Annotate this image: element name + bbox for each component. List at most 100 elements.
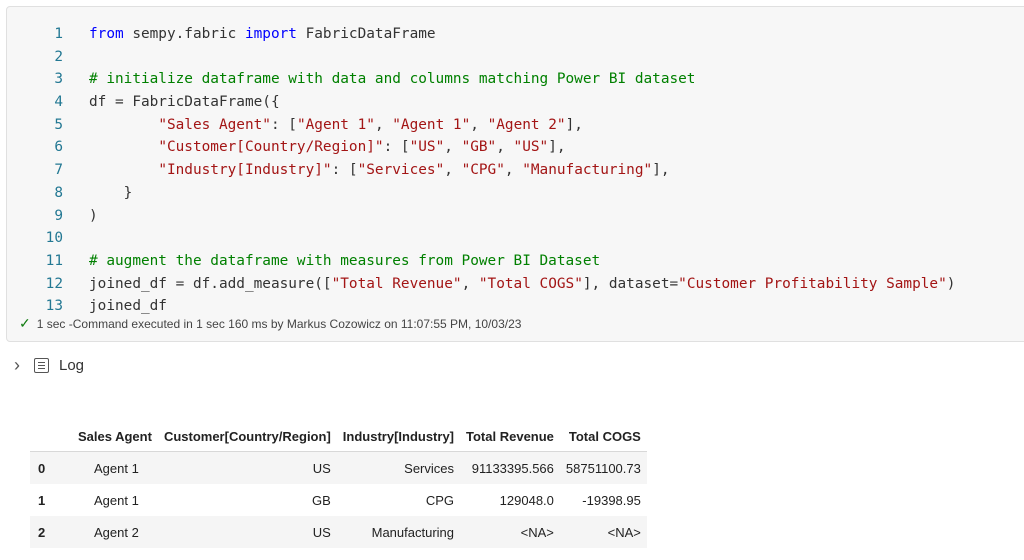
table-row: 2 Agent 2 US Manufacturing <NA> <NA> [30,516,647,548]
code-text: , [444,162,462,179]
string-literal: "Services" [357,162,445,179]
table-cell: <NA> [460,516,560,548]
table-cell: Agent 1 [72,451,158,484]
column-header: Customer[Country/Region] [157,421,337,452]
table-cell: US [157,516,337,548]
string-literal: "CPG" [461,162,505,179]
line-number: 9 [54,207,63,224]
log-icon [34,357,49,373]
table-cell: 58751100.73 [559,451,647,484]
code-text: , [496,139,514,156]
string-literal: "Sales Agent" [158,116,271,133]
code-text: ], [565,116,583,133]
string-literal: "Manufacturing" [522,162,653,179]
line-number: 12 [45,275,63,292]
string-literal: "Total Revenue" [331,275,462,292]
row-index: 0 [30,451,72,484]
row-index: 1 [38,492,46,508]
code-line-5: 5 "Sales Agent": ["Agent 1", "Agent 1", … [7,114,1024,137]
line-number: 5 [54,116,63,133]
log-label: Log [59,356,85,374]
string-literal: "Customer Profitability Sample" [678,275,947,292]
code-line-4: 4 df = FabricDataFrame({ [7,91,1024,114]
table-cell: US [157,451,337,484]
code-editor[interactable]: 1 from sempy.fabric import FabricDataFram… [7,23,1024,318]
string-literal: "Total COGS" [478,275,583,292]
code-line-10: 10 [7,227,1024,250]
code-text: ], [548,139,566,156]
code-text: , [461,275,479,292]
table-row: 1 Agent 1 GB CPG 129048.0 -19398.95 [30,484,647,516]
line-number: 4 [54,94,63,111]
table-cell: Services [336,451,461,484]
table-cell: 129048.0 [499,492,554,508]
table-cell: Agent 1 [94,492,139,508]
code-line-2: 2 [7,46,1024,69]
line-number: 7 [54,162,63,179]
keyword: import [244,26,297,42]
code-text: : [ [383,139,410,156]
table-row: 0 Agent 1 US Services 91133395.566 58751… [30,451,647,484]
code-text: joined_df = df.add_measure([ [89,275,332,292]
import-name: FabricDataFrame [296,26,436,42]
table-cell: GB [311,492,331,508]
code-line-8: 8 } [7,182,1024,205]
row-index: 2 [30,516,72,548]
dataframe-output-table: Sales Agent Customer[Country/Region] Ind… [30,421,647,548]
code-line-9: 9) [7,205,1024,228]
code-text: ], dataset= [582,275,679,292]
line-number: 11 [45,252,63,269]
string-literal: "US" [513,139,549,156]
execution-status-text: 1 sec -Command executed in 1 sec 160 ms … [36,316,522,331]
module-name: sempy.fabric [123,26,245,42]
code-text: , [374,116,393,133]
code-text: : [ [270,116,297,133]
line-number: 6 [54,139,63,156]
string-literal: "Agent 1" [392,116,471,133]
table-cell: 91133395.566 [460,451,560,484]
code-text: : [ [331,162,358,179]
code-line-12: 12 joined_df = df.add_measure(["Total Rev… [7,273,1024,296]
code-text: , [504,162,523,179]
string-literal: "Agent 1" [296,116,375,133]
code-text: df = FabricDataFrame({ [89,94,280,111]
string-literal: "Customer[Country/Region]" [158,139,384,156]
code-line-1: 1 from sempy.fabric import FabricDataFram… [7,23,1024,46]
table-cell: Manufacturing [336,516,461,548]
line-number: 2 [54,48,63,65]
code-line-6: 6 "Customer[Country/Region]": ["US", "GB… [7,136,1024,159]
column-header: Total Revenue [460,421,560,452]
code-line-11: 11 # augment the dataframe with measures … [7,250,1024,273]
column-header: Industry[Industry] [336,421,461,452]
code-text: } [89,184,133,201]
table-cell: CPG [425,492,455,508]
line-number: 10 [45,230,63,247]
table-cell: <NA> [559,516,647,548]
code-text: ) [89,207,98,224]
code-text: , [470,116,488,133]
string-literal: "Agent 2" [487,116,566,133]
code-text: joined_df [89,298,167,315]
keyword: from [89,26,124,42]
index-header [30,421,72,452]
execution-status: ✓ 1 sec -Command executed in 1 sec 160 m… [19,315,521,332]
column-header: Sales Agent [72,421,158,452]
code-text: , [444,139,462,156]
code-cell[interactable]: 1 from sempy.fabric import FabricDataFram… [6,6,1024,342]
table-header-row: Sales Agent Customer[Country/Region] Ind… [30,421,647,452]
code-line-3: 3 # initialize dataframe with data and co… [7,68,1024,91]
chevron-right-icon[interactable]: › [14,356,20,374]
line-number: 8 [54,184,63,201]
string-literal: "US" [409,139,445,156]
code-line-7: 7 "Industry[Industry]": ["Services", "CP… [7,159,1024,182]
code-comment: # initialize dataframe with data and col… [89,71,696,88]
code-text: ], [652,162,670,179]
string-literal: "Industry[Industry]" [158,162,332,179]
string-literal: "GB" [461,139,497,156]
checkmark-icon: ✓ [19,315,31,331]
table-cell: Agent 2 [72,516,158,548]
line-number: 1 [54,26,63,42]
log-toggle[interactable]: › Log [14,356,84,374]
code-comment: # augment the dataframe with measures fr… [89,252,601,269]
code-text: ) [946,275,956,292]
